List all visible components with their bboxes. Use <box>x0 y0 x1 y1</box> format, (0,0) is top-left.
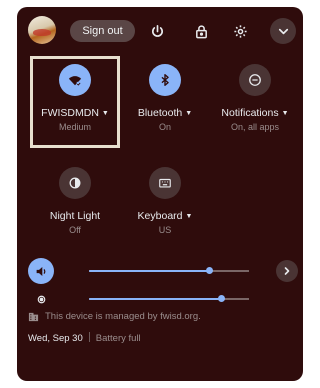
gear-icon <box>233 24 247 38</box>
sign-out-button[interactable]: Sign out <box>70 20 135 42</box>
volume-slider-thumb[interactable] <box>205 267 213 274</box>
volume-fill <box>89 270 209 272</box>
avatar[interactable] <box>28 16 56 44</box>
brightness-icon <box>37 295 45 303</box>
brightness-fill <box>89 298 222 300</box>
tile-bluetooth-sub: On <box>158 122 171 132</box>
collapse-button[interactable] <box>270 18 296 44</box>
status-footer: Wed, Sep 30 Battery full <box>28 332 141 344</box>
tile-notifications-label: Notifications <box>221 107 279 119</box>
tile-keyboard-label: Keyboard <box>137 210 183 222</box>
night-light-icon <box>69 177 81 189</box>
keyboard-toggle[interactable] <box>149 167 181 199</box>
tile-bluetooth-label: Bluetooth <box>137 107 183 119</box>
chevron-right-icon <box>284 267 290 275</box>
tile-notifications-sub: On, all apps <box>230 122 280 132</box>
lock-icon <box>195 24 207 38</box>
night-light-toggle[interactable] <box>59 167 91 199</box>
volume-button[interactable] <box>28 258 54 284</box>
lock-button[interactable] <box>188 18 214 44</box>
tile-keyboard[interactable]: Keyboard ▼ US <box>117 167 213 235</box>
building-icon <box>28 312 39 322</box>
caret-icon: ▼ <box>281 110 289 117</box>
battery-label[interactable]: Battery full <box>96 333 141 344</box>
managed-text: This device is managed by fwisd.org. <box>45 311 201 322</box>
caret-icon: ▼ <box>185 110 193 117</box>
quick-settings-panel: Sign out FWISDMDN ▼ Medium Bluetooth ▼ O… <box>17 7 303 381</box>
notifications-icon <box>249 74 261 86</box>
bluetooth-icon <box>161 74 169 86</box>
brightness-button <box>28 286 54 312</box>
tile-bluetooth[interactable]: Bluetooth ▼ On <box>117 64 213 132</box>
volume-icon <box>36 266 45 276</box>
tile-night-light-sub: Off <box>69 225 81 235</box>
tile-keyboard-sub: US <box>158 225 172 235</box>
tile-night-light-label: Night Light <box>49 210 101 222</box>
tile-night-light[interactable]: Night Light Off <box>27 167 123 235</box>
chevron-down-icon <box>278 28 288 34</box>
tile-notifications[interactable]: Notifications ▼ On, all apps <box>207 64 303 132</box>
keyboard-icon <box>159 178 171 188</box>
managed-notice[interactable]: This device is managed by fwisd.org. <box>28 311 201 322</box>
settings-button[interactable] <box>227 18 253 44</box>
notifications-toggle[interactable] <box>239 64 271 96</box>
power-button[interactable] <box>144 18 170 44</box>
audio-settings-button[interactable] <box>276 260 298 282</box>
brightness-slider-thumb[interactable] <box>218 295 226 302</box>
date-label: Wed, Sep 30 <box>28 333 83 344</box>
highlight-box <box>30 56 120 148</box>
bluetooth-toggle[interactable] <box>149 64 181 96</box>
power-icon <box>151 24 163 37</box>
divider <box>88 332 90 342</box>
caret-icon: ▼ <box>185 213 193 220</box>
